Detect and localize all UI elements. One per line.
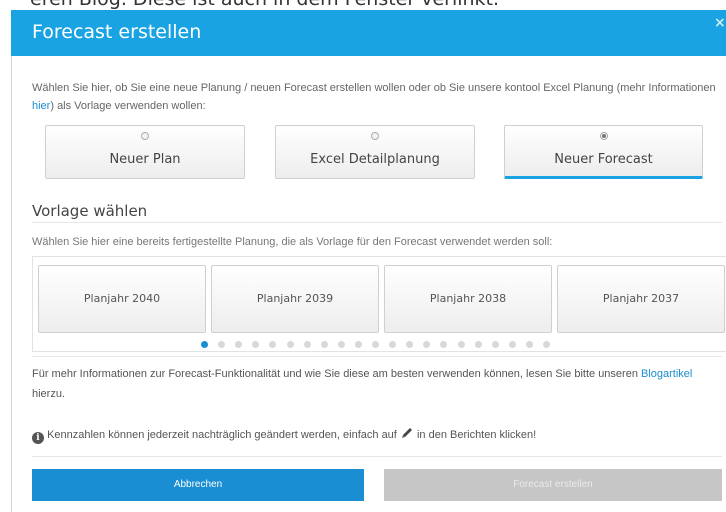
pagination-dot[interactable] xyxy=(303,341,311,348)
pagination-dot[interactable] xyxy=(525,341,533,348)
choice-label: Neuer Forecast xyxy=(554,152,653,167)
pagination-dot[interactable] xyxy=(286,341,294,348)
template-card-2038[interactable]: Planjahr 2038 xyxy=(384,265,552,333)
intro-link[interactable]: hier xyxy=(32,100,50,112)
modal-header: Forecast erstellen × xyxy=(11,10,726,56)
modal-title: Forecast erstellen xyxy=(32,21,202,43)
choice-new-plan[interactable]: Neuer Plan xyxy=(45,125,245,179)
pagination-dot[interactable] xyxy=(218,341,226,348)
radio-icon[interactable] xyxy=(141,132,149,140)
divider xyxy=(32,222,722,223)
intro-text: Wählen Sie hier, ob Sie eine neue Planun… xyxy=(32,82,716,112)
pagination-dot[interactable] xyxy=(543,341,550,348)
pagination-dot[interactable] xyxy=(354,341,362,348)
pagination-dot[interactable] xyxy=(491,341,499,348)
close-icon[interactable]: × xyxy=(714,16,726,30)
choice-new-forecast[interactable]: Neuer Forecast xyxy=(504,125,703,179)
pencil-icon xyxy=(401,428,412,438)
pagination-dot[interactable] xyxy=(269,341,277,348)
blog-article-link[interactable]: Blogartikel xyxy=(641,368,692,380)
pagination-dot[interactable] xyxy=(201,341,208,348)
pagination-dot[interactable] xyxy=(389,341,397,348)
pagination-dot[interactable] xyxy=(474,341,482,348)
create-forecast-button[interactable]: Forecast erstellen xyxy=(384,469,722,501)
pagination-dot[interactable] xyxy=(372,341,379,348)
kpi-note: i Kennzahlen können jederzeit nachträgli… xyxy=(32,426,722,444)
choice-label: Neuer Plan xyxy=(109,152,181,167)
cancel-button[interactable]: Abbrechen xyxy=(32,469,364,501)
template-card-2040[interactable]: Planjahr 2040 xyxy=(38,265,206,333)
pagination-dot[interactable] xyxy=(252,341,260,348)
pagination-dot[interactable] xyxy=(457,341,465,348)
pagination-dot[interactable] xyxy=(337,341,345,348)
modal-body: Wählen Sie hier, ob Sie eine neue Planun… xyxy=(11,56,726,512)
template-carousel: Planjahr 2040 Planjahr 2039 Planjahr 203… xyxy=(32,256,726,352)
pagination-dot[interactable] xyxy=(508,341,516,348)
info-circle-icon: i xyxy=(32,432,44,444)
template-card-2037[interactable]: Planjahr 2037 xyxy=(557,265,725,333)
pagination-dot[interactable] xyxy=(423,341,431,348)
pagination-dot[interactable] xyxy=(406,341,414,348)
radio-checked-icon[interactable] xyxy=(599,132,608,140)
choice-label: Excel Detailplanung xyxy=(310,152,440,167)
choice-excel-detailplanung[interactable]: Excel Detailplanung xyxy=(275,125,475,179)
section-title-template: Vorlage wählen xyxy=(32,202,148,220)
pagination-dot[interactable] xyxy=(320,341,328,348)
divider xyxy=(32,456,722,457)
radio-icon[interactable] xyxy=(371,132,379,140)
forecast-info-text: Für mehr Informationen zur Forecast-Funk… xyxy=(32,368,693,400)
template-card-2039[interactable]: Planjahr 2039 xyxy=(211,265,379,333)
pagination-dot[interactable] xyxy=(235,341,243,348)
pagination-dot[interactable] xyxy=(440,341,448,348)
template-description: Wählen Sie hier eine bereits fertigestel… xyxy=(32,236,553,248)
divider xyxy=(32,356,722,357)
